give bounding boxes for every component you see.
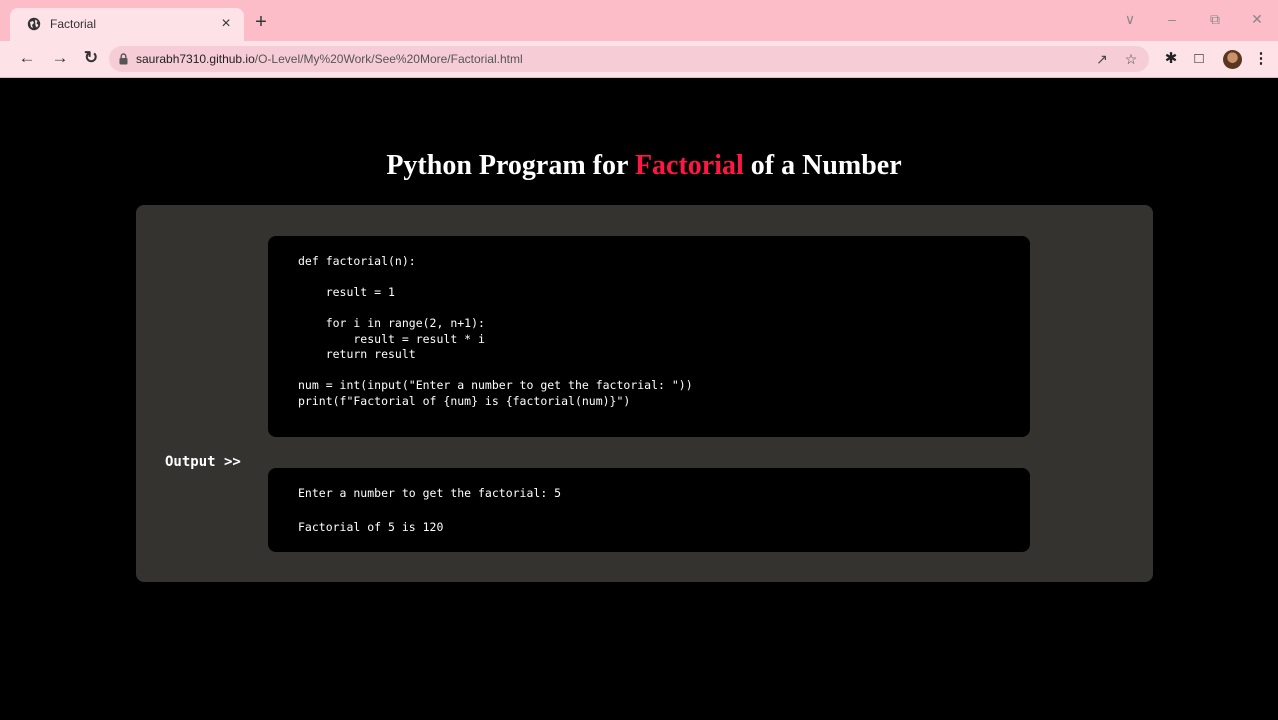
close-window-icon[interactable]: ✕ [1245, 11, 1269, 28]
tab-title: Factorial [50, 17, 97, 31]
title-accent: Factorial [634, 150, 744, 181]
output-line: Factorial of 5 is 120 [298, 520, 444, 534]
globe-icon [27, 17, 41, 31]
page-title: Python Program for Factorial of a Number [0, 150, 1278, 182]
title-text-end: of a Number [743, 150, 902, 181]
output-line: Enter a number to get the factorial: 5 [298, 486, 562, 500]
code-text: def factorial(n): result = 1 for i in ra… [298, 254, 693, 408]
address-bar[interactable]: saurabh7310.github.io/O-Level/My%20Work/… [109, 46, 1149, 72]
output-block: Enter a number to get the factorial: 5 F… [268, 468, 1030, 552]
reload-icon[interactable]: ↻ [80, 47, 102, 69]
title-text: Python Program for [386, 150, 635, 181]
restore-icon[interactable]: ⧉ [1203, 11, 1227, 28]
browser-toolbar: ← → ↻ saurabh7310.github.io/O-Level/My%2… [0, 41, 1278, 78]
code-block: def factorial(n): result = 1 for i in ra… [268, 236, 1030, 437]
lock-icon [119, 53, 128, 65]
tab-search-icon[interactable]: ∨ [1118, 11, 1142, 28]
extensions-icon[interactable]: ✱ [1160, 48, 1182, 70]
minimize-icon[interactable]: – [1160, 11, 1184, 27]
forward-icon[interactable]: → [49, 47, 71, 69]
url-text[interactable]: saurabh7310.github.io/O-Level/My%20Work/… [136, 52, 523, 66]
url-path: /O-Level/My%20Work/See%20More/Factorial.… [254, 52, 523, 66]
new-tab-button[interactable]: + [250, 12, 272, 32]
tab-close-button[interactable]: × [216, 14, 236, 34]
profile-avatar[interactable] [1223, 50, 1242, 69]
output-label: Output >> [165, 454, 241, 470]
share-icon[interactable]: ↗ [1091, 48, 1113, 70]
star-icon[interactable]: ☆ [1120, 48, 1142, 70]
menu-icon[interactable]: ⋮ [1250, 48, 1272, 70]
back-icon[interactable]: ← [16, 47, 38, 69]
sidepanel-icon[interactable]: □ [1188, 48, 1210, 70]
url-host: saurabh7310.github.io [136, 52, 255, 66]
browser-tab[interactable]: Factorial × [10, 8, 244, 41]
tab-strip: Factorial × + ∨ – ⧉ ✕ [0, 0, 1278, 41]
